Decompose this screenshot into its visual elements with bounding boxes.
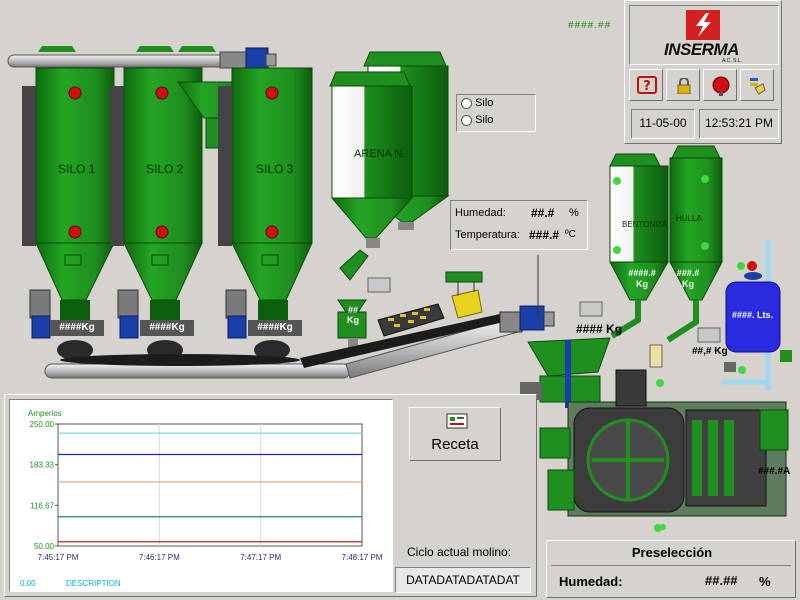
radio-icon[interactable]: [461, 97, 472, 109]
plot-area: [57, 423, 363, 547]
operator-button[interactable]: [740, 69, 774, 101]
hulla-weight: ###.# Kg: [676, 268, 700, 289]
water-tank-readout: ####. Lts.: [732, 310, 774, 320]
preseleccion-humedad-value: ##.##: [705, 573, 738, 588]
preseleccion-humedad-unit: %: [759, 574, 771, 589]
brand-subtitle: A.C. S.L.: [722, 58, 743, 64]
silo-option-2[interactable]: Silo: [461, 114, 493, 126]
arena-label: ARENA N.: [354, 148, 406, 160]
x-tick-label: 7:48:17 PM: [342, 553, 383, 562]
top-readout: ####.##: [568, 20, 612, 31]
top-conveyor: [7, 46, 277, 71]
brand-name: INSERMA: [664, 40, 739, 59]
preseleccion-humedad-label: Humedad:: [559, 574, 623, 589]
help-icon: ?: [637, 76, 657, 94]
silo-2-weight: ####Kg: [140, 320, 194, 336]
lock-button[interactable]: [666, 69, 700, 101]
y-tick-label: 50.00: [34, 542, 55, 551]
silo-2-graphic: [110, 67, 203, 320]
x-tick-label: 7:47:17 PM: [240, 553, 281, 562]
date-text: 11-05-00: [639, 116, 687, 130]
footer-value: 0.00: [20, 579, 36, 588]
time-display: 12:53:21 PM: [699, 109, 779, 139]
x-tick-label: 7:45:17 PM: [38, 553, 79, 562]
bentonita-label: BENTONITA: [622, 220, 668, 229]
silo-3-graphic: [218, 67, 313, 320]
silo-1-label: SILO 1: [58, 162, 96, 176]
temp-unit: ºC: [565, 229, 576, 240]
humedad-value: ##.#: [531, 206, 555, 220]
sensor-panel: Humedad: ##.# % Temperatura: ###.# ºC: [450, 200, 588, 250]
help-button[interactable]: ?: [629, 69, 663, 101]
trend-chart-svg: 7:45:17 PM 7:46:17 PM 7:47:17 PM 7:48:17 PM…: [20, 409, 383, 588]
y-tick-label: 183.33: [30, 461, 55, 470]
lock-icon: [676, 77, 692, 95]
hand-pointer-icon: [749, 76, 767, 96]
small-weight: ##,# Kg: [692, 346, 728, 357]
preseleccion-title: Preselección: [631, 545, 713, 560]
hulla-label: HULLA: [676, 214, 702, 223]
trend-panel: 7:45:17 PM 7:46:17 PM 7:47:17 PM 7:48:17 PM…: [4, 394, 537, 597]
trend-chart[interactable]: 7:45:17 PM 7:46:17 PM 7:47:17 PM 7:48:17 PM…: [9, 399, 393, 592]
silo-selector: Silo Silo: [456, 94, 536, 132]
silo-3-weight: ####Kg: [248, 320, 302, 336]
ciclo-value-box: DATADATADATADAT: [395, 567, 531, 593]
temp-value: ###.#: [529, 228, 560, 242]
lightning-logo-icon: [686, 10, 720, 40]
date-display: 11-05-00: [631, 109, 695, 139]
temp-label: Temperatura:: [455, 229, 520, 241]
silo-1-weight: ####Kg: [50, 320, 104, 336]
silo-option-1[interactable]: Silo: [461, 97, 493, 109]
ciclo-label: Ciclo actual molino:: [407, 545, 512, 559]
brand-box: INSERMA A.C. S.L.: [629, 5, 779, 65]
arena-kg: ## Kg: [347, 305, 359, 325]
alarm-button[interactable]: [703, 69, 737, 101]
humedad-label: Humedad:: [455, 207, 506, 219]
alarm-bell-icon: [712, 76, 730, 96]
time-text: 12:53:21 PM: [704, 116, 774, 130]
humedad-unit: %: [569, 207, 579, 219]
footer-description: DESCRIPTION: [66, 579, 121, 588]
ciclo-value: DATADATADATADAT: [406, 573, 520, 587]
radio-icon[interactable]: [461, 114, 472, 126]
mill-amps: ###.#A: [758, 466, 791, 477]
belt-weight: #### Kg: [576, 322, 623, 336]
silo-1-graphic: [22, 67, 115, 320]
preseleccion-panel: Preselección Humedad: ##.## %: [546, 540, 796, 598]
recipe-icon: [446, 412, 468, 430]
y-axis-label: Amperios: [28, 409, 62, 418]
x-tick-label: 7:46:17 PM: [139, 553, 180, 562]
silo-2-label: SILO 2: [146, 162, 184, 176]
y-tick-label: 116.67: [30, 501, 54, 510]
y-tick-label: 250.00: [30, 420, 55, 429]
receta-button[interactable]: Receta: [409, 407, 501, 461]
control-header: INSERMA A.C. S.L. ? 11-05-00 12:53:21 PM: [624, 0, 782, 144]
silo-3-label: SILO 3: [256, 162, 294, 176]
arena-silo-graphic: [329, 51, 450, 348]
bentonita-weight: ####.# Kg: [628, 268, 656, 289]
receta-label: Receta: [431, 436, 479, 453]
